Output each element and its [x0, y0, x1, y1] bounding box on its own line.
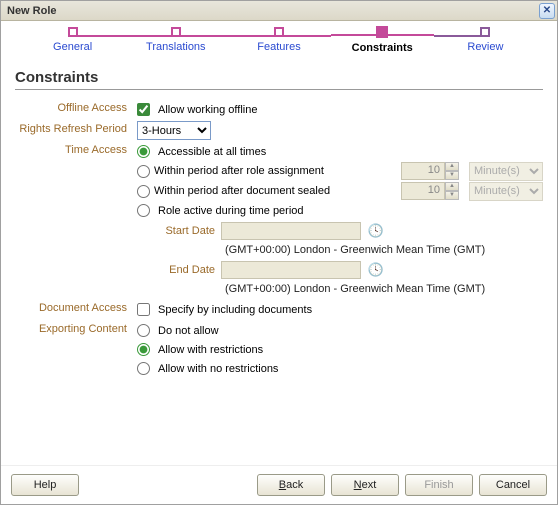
- help-button[interactable]: Help: [11, 474, 79, 496]
- time-during-period-option[interactable]: Role active during time period: [137, 201, 543, 220]
- end-date-picker-icon[interactable]: 🕓: [367, 261, 385, 279]
- after-assignment-value[interactable]: 10: [401, 162, 445, 180]
- label-exporting-content: Exporting Content: [15, 321, 137, 335]
- wizard-stepper: General Translations Features Constraint…: [1, 21, 557, 59]
- start-date-field[interactable]: [221, 222, 361, 240]
- time-during-period-label: Role active during time period: [158, 205, 304, 217]
- allow-offline-label: Allow working offline: [158, 104, 257, 116]
- label-end-date: End Date: [157, 264, 215, 276]
- label-document-access: Document Access: [15, 300, 137, 314]
- allow-offline-checkbox[interactable]: [137, 103, 150, 116]
- cancel-button[interactable]: Cancel: [479, 474, 547, 496]
- finish-button[interactable]: Finish: [405, 474, 473, 496]
- export-restricted-option[interactable]: Allow with restrictions: [137, 340, 543, 359]
- section-title: Constraints: [15, 69, 543, 90]
- after-sealed-value[interactable]: 10: [401, 182, 445, 200]
- rights-refresh-select[interactable]: 3-Hours: [137, 121, 211, 140]
- step-features[interactable]: Features: [227, 27, 330, 53]
- time-during-period-radio[interactable]: [137, 204, 150, 217]
- time-all-times-option[interactable]: Accessible at all times: [137, 142, 543, 161]
- export-restricted-label: Allow with restrictions: [158, 344, 263, 356]
- label-time-access: Time Access: [15, 142, 137, 156]
- after-assignment-unit-select[interactable]: Minute(s): [469, 162, 543, 181]
- specify-documents-checkbox[interactable]: [137, 303, 150, 316]
- after-sealed-unit-select[interactable]: Minute(s): [469, 182, 543, 201]
- export-none-option[interactable]: Do not allow: [137, 321, 543, 340]
- after-assignment-stepper[interactable]: ▲▼: [445, 162, 459, 180]
- label-start-date: Start Date: [157, 225, 215, 237]
- back-button[interactable]: Back: [257, 474, 325, 496]
- time-all-times-radio[interactable]: [137, 145, 150, 158]
- export-unrestricted-label: Allow with no restrictions: [158, 363, 278, 375]
- export-unrestricted-radio[interactable]: [137, 362, 150, 375]
- time-after-assignment-label: Within period after role assignment: [154, 165, 324, 177]
- window-close-button[interactable]: ✕: [539, 3, 555, 19]
- start-date-picker-icon[interactable]: 🕓: [367, 222, 385, 240]
- titlebar: New Role ✕: [1, 1, 557, 21]
- end-date-timezone: (GMT+00:00) London - Greenwich Mean Time…: [157, 280, 543, 298]
- time-after-sealed-radio[interactable]: [137, 185, 150, 198]
- time-after-assignment-radio[interactable]: [137, 165, 150, 178]
- time-all-times-label: Accessible at all times: [158, 146, 266, 158]
- label-rights-refresh: Rights Refresh Period: [15, 121, 137, 135]
- export-none-label: Do not allow: [158, 325, 219, 337]
- step-review[interactable]: Review: [434, 27, 537, 53]
- specify-documents-option[interactable]: Specify by including documents: [137, 300, 543, 319]
- content-area: Constraints Offline Access Allow working…: [1, 59, 557, 465]
- start-date-timezone: (GMT+00:00) London - Greenwich Mean Time…: [157, 241, 543, 259]
- export-restricted-radio[interactable]: [137, 343, 150, 356]
- allow-offline-option[interactable]: Allow working offline: [137, 100, 543, 119]
- time-after-sealed-label: Within period after document sealed: [154, 185, 330, 197]
- export-unrestricted-option[interactable]: Allow with no restrictions: [137, 359, 543, 378]
- step-general[interactable]: General: [21, 27, 124, 53]
- export-none-radio[interactable]: [137, 324, 150, 337]
- label-offline-access: Offline Access: [15, 100, 137, 114]
- step-constraints[interactable]: Constraints: [331, 26, 434, 54]
- window-title: New Role: [7, 5, 57, 17]
- end-date-field[interactable]: [221, 261, 361, 279]
- after-sealed-stepper[interactable]: ▲▼: [445, 182, 459, 200]
- specify-documents-label: Specify by including documents: [158, 304, 312, 316]
- footer: Help Back Next Finish Cancel: [1, 465, 557, 503]
- step-translations[interactable]: Translations: [124, 27, 227, 53]
- next-button[interactable]: Next: [331, 474, 399, 496]
